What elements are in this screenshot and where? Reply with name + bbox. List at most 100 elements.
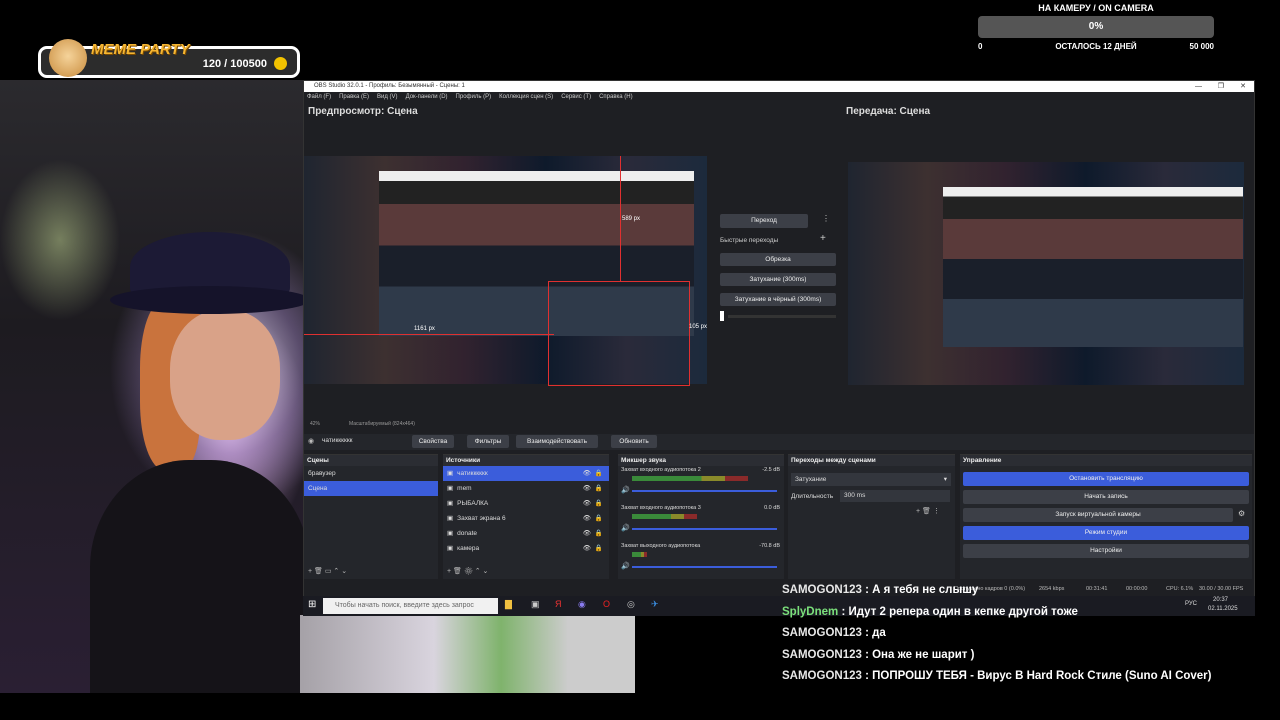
program-nested-window xyxy=(943,187,1243,347)
tbar-track[interactable] xyxy=(728,315,836,318)
channel-name: Захват входного аудиопотока 3 xyxy=(621,505,701,511)
menu-item[interactable]: Сервис (T) xyxy=(561,92,591,102)
telegram-icon[interactable]: ✈ xyxy=(651,599,659,610)
source-label: Захват экрана 6 xyxy=(457,515,506,522)
mixer-channel: Захват выходного аудиопотока -70.8 dB 🔊 xyxy=(618,542,784,580)
menu-item[interactable]: Коллекция сцен (S) xyxy=(499,92,553,102)
mixer-channel: Захват входного аудиопотока 2 -2.5 dB 🔊 xyxy=(618,466,784,504)
studio-mode-button[interactable]: Режим студии xyxy=(963,526,1249,540)
volume-slider[interactable] xyxy=(632,490,777,492)
eye-icon[interactable]: 👁 xyxy=(583,481,591,496)
meme-party-count: 120 / 100500 xyxy=(202,58,267,70)
preview-canvas[interactable]: 1161 px 589 px 105 px xyxy=(304,156,708,386)
speaker-icon[interactable]: 🔊 xyxy=(621,562,630,570)
interact-button[interactable]: Взаимодействовать xyxy=(516,435,598,448)
windows-start-icon[interactable]: ⊞ xyxy=(308,599,316,610)
zoom-level[interactable]: 42% xyxy=(310,421,320,427)
menu-item[interactable]: Справка (H) xyxy=(599,92,633,102)
source-icon: ▣ xyxy=(447,530,454,537)
transition-toolbar-icons[interactable]: + 🗑 ⋮ xyxy=(916,507,940,515)
selected-source-name: чатикккккк xyxy=(322,437,353,444)
filters-button[interactable]: Фильтры xyxy=(467,435,509,448)
source-icon: ▣ xyxy=(447,545,454,552)
scene-toolbar-icons[interactable]: + 🗑 ▭ ⌃ ⌄ xyxy=(308,567,347,575)
source-icon: ▣ xyxy=(447,470,454,477)
transition-menu-icon[interactable]: ⋮ xyxy=(822,214,830,223)
maximize-icon[interactable]: ❐ xyxy=(1218,81,1224,92)
transition-fade-black[interactable]: Затухание в чёрный (300ms) xyxy=(720,293,836,306)
scene-item[interactable]: бравузер xyxy=(304,466,438,481)
scenes-panel: Сцены бравузер Сцена + 🗑 ▭ ⌃ ⌄ xyxy=(304,454,438,579)
obs-taskbar-icon[interactable]: ◎ xyxy=(627,599,635,610)
speaker-icon[interactable]: 🔊 xyxy=(621,524,630,532)
gear-icon[interactable]: ⚙ xyxy=(1238,509,1245,518)
source-label: камера xyxy=(457,545,480,552)
channel-name: Захват выходного аудиопотока xyxy=(621,543,701,549)
taskbar-search[interactable]: Чтобы начать поиск, введите здесь запрос xyxy=(323,598,498,614)
lock-icon[interactable]: 🔒 xyxy=(595,466,603,481)
transition-button[interactable]: Переход xyxy=(720,214,808,228)
start-recording-button[interactable]: Начать запись xyxy=(963,490,1249,504)
source-toolbar-icons[interactable]: + 🗑 ⚙ ⌃ ⌄ xyxy=(447,567,488,575)
tbar-slider[interactable] xyxy=(720,311,724,321)
lock-icon[interactable]: 🔒 xyxy=(595,481,603,496)
add-quick-transition-icon[interactable]: + xyxy=(820,233,826,244)
channel-meter xyxy=(632,476,748,481)
volume-slider[interactable] xyxy=(632,528,777,530)
channel-meter xyxy=(632,514,697,519)
bottom-camera-feed xyxy=(300,615,635,693)
source-item[interactable]: ▣ Захват экрана 6 👁 🔒 xyxy=(443,511,609,526)
transition-type-select[interactable]: Затухание ▾ xyxy=(791,473,951,486)
duration-input[interactable]: 300 ms xyxy=(840,490,950,502)
settings-button[interactable]: Настройки xyxy=(963,544,1249,558)
store-icon[interactable]: ▣ xyxy=(531,599,540,610)
folder-icon[interactable]: ▇ xyxy=(505,599,512,610)
scale-mode[interactable]: Масштабируемый (824x464) xyxy=(349,421,415,427)
menu-item[interactable]: Правка (E) xyxy=(339,92,369,102)
transition-crop[interactable]: Обрезка xyxy=(720,253,836,266)
guide-dim-3: 105 px xyxy=(689,324,708,330)
hat-brim-shape xyxy=(110,286,303,314)
lock-icon[interactable]: 🔒 xyxy=(595,526,603,541)
scene-item[interactable]: Сцена xyxy=(304,481,438,496)
speaker-icon[interactable]: 🔊 xyxy=(621,486,630,494)
source-item[interactable]: ▣ чатикккккк 👁 🔒 xyxy=(443,466,609,481)
menu-item[interactable]: Файл (F) xyxy=(307,92,331,102)
eye-icon[interactable]: 👁 xyxy=(583,526,591,541)
chat-username: SAMOGON123 xyxy=(782,627,862,639)
virtual-camera-button[interactable]: Запуск виртуальной камеры xyxy=(963,508,1233,522)
menu-item[interactable]: Вид (V) xyxy=(377,92,398,102)
eye-icon[interactable]: 👁 xyxy=(583,541,591,556)
eye-icon[interactable]: 👁 xyxy=(583,511,591,526)
yandex-icon[interactable]: Я xyxy=(555,599,562,609)
lock-icon[interactable]: 🔒 xyxy=(595,496,603,511)
properties-button[interactable]: Свойства xyxy=(412,435,454,448)
refresh-button[interactable]: Обновить xyxy=(611,435,657,448)
chat-message: SAMOGON123 : ПОПРОШУ ТЕБЯ - Вирус В Hard… xyxy=(782,670,1280,692)
eye-icon[interactable]: 👁 xyxy=(583,496,591,511)
source-item[interactable]: ▣ donate 👁 🔒 xyxy=(443,526,609,541)
menu-item[interactable]: Док-панели (D) xyxy=(406,92,448,102)
minimize-icon[interactable]: — xyxy=(1195,81,1202,92)
chat-username: SplyDnem xyxy=(782,605,839,618)
source-label: mem xyxy=(457,485,472,492)
app-icon[interactable]: ◉ xyxy=(578,599,586,610)
channel-name: Захват входного аудиопотока 2 xyxy=(621,467,701,473)
source-item[interactable]: ▣ mem 👁 🔒 xyxy=(443,481,609,496)
source-item[interactable]: ▣ камера 👁 🔒 xyxy=(443,541,609,556)
source-item[interactable]: ▣ РЫБАЛКА 👁 🔒 xyxy=(443,496,609,511)
eye-icon[interactable]: 👁 xyxy=(583,466,591,481)
lock-icon[interactable]: 🔒 xyxy=(595,541,603,556)
transition-fade[interactable]: Затухание (300ms) xyxy=(720,273,836,286)
chat-text: : Она же не шарит ) xyxy=(861,648,975,661)
scene-transitions-header: Переходы между сценами xyxy=(788,455,955,466)
lock-icon[interactable]: 🔒 xyxy=(595,511,603,526)
close-icon[interactable]: ✕ xyxy=(1240,81,1246,92)
webcam-feed xyxy=(0,80,303,693)
stop-stream-button[interactable]: Остановить трансляцию xyxy=(963,472,1249,486)
chat-username: SAMOGON123 xyxy=(782,648,862,661)
menu-item[interactable]: Профиль (P) xyxy=(456,92,492,102)
selection-box[interactable] xyxy=(548,281,690,386)
opera-icon[interactable]: O xyxy=(603,599,610,609)
volume-slider[interactable] xyxy=(632,566,777,568)
